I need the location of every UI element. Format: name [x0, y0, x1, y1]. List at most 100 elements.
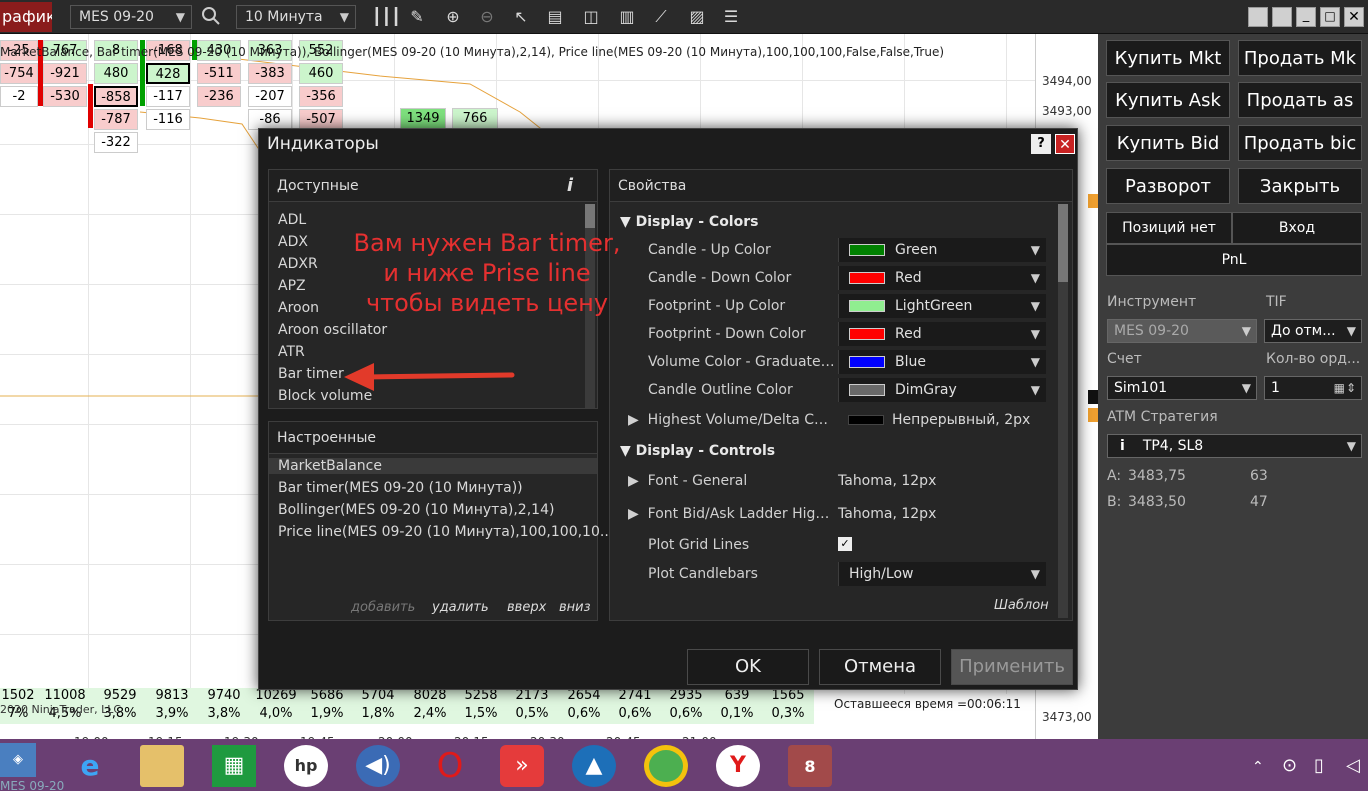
pointer-icon[interactable]: ↖ [510, 6, 532, 28]
move-down-link[interactable]: вниз [559, 600, 591, 615]
dialog-close-button[interactable]: ✕ [1055, 134, 1075, 154]
sell-market-button[interactable]: Продать Mk [1238, 40, 1362, 76]
reverse-button[interactable]: Разворот [1106, 168, 1230, 204]
expand-font-general[interactable]: ▶ Font - General [628, 473, 747, 489]
tile-window-button-2[interactable] [1272, 7, 1292, 27]
close-position-button[interactable]: Закрыть [1238, 168, 1362, 204]
move-up-link[interactable]: вверх [507, 600, 546, 615]
list-item[interactable]: ADL [278, 212, 306, 228]
instrument-value: MES 09-20 [79, 9, 154, 25]
chart-tab[interactable]: рафик [0, 2, 52, 32]
store-icon[interactable]: ▦ [212, 745, 256, 787]
atm-select[interactable]: i TP4, SL8 ▼ [1107, 434, 1362, 458]
zoom-in-icon[interactable]: ⊕ [442, 6, 464, 28]
properties-scrollbar[interactable] [1058, 204, 1068, 618]
list-item[interactable]: ADXR [278, 256, 318, 272]
templates-icon[interactable]: ▨ [686, 6, 708, 28]
configured-item[interactable]: Bollinger(MES 09-20 (10 Минута),2,14) [278, 502, 554, 518]
folder-icon[interactable] [140, 745, 184, 787]
plot-grid-checkbox[interactable]: ✓ [838, 537, 852, 551]
expand-highest-volume[interactable]: ▶ Highest Volume/Delta C… [628, 412, 828, 428]
maximize-button[interactable]: □ [1320, 7, 1340, 27]
configured-item[interactable]: Price line(MES 09-20 (10 Минута),100,100… [278, 524, 613, 540]
chevron-up-icon[interactable]: ⌃ [1252, 759, 1264, 775]
battery-icon[interactable]: ▯ [1314, 755, 1324, 776]
sell-bid-button[interactable]: Продать bic [1238, 125, 1362, 161]
configured-item[interactable]: Bar timer(MES 09-20 (10 Минута)) [278, 480, 523, 496]
list-item[interactable]: ATR [278, 344, 305, 360]
zoom-out-icon[interactable]: ⊖ [476, 6, 498, 28]
anydesk-icon[interactable]: » [500, 745, 544, 787]
list-item[interactable]: Aroon [278, 300, 319, 316]
template-link[interactable]: Шаблон [994, 598, 1049, 613]
search-icon[interactable] [200, 6, 222, 28]
tif-label: TIF [1266, 294, 1287, 310]
info-icon[interactable]: i [567, 170, 573, 202]
bar-type-icon[interactable]: ┃┃┃ [372, 6, 401, 28]
instrument-select-value: MES 09-20 [1114, 323, 1189, 339]
candle-select[interactable]: High/Low ▼ [838, 562, 1046, 586]
cancel-button[interactable]: Отмена [819, 649, 941, 685]
stroke-value[interactable]: Непрерывный, 2px [838, 412, 1030, 428]
hp-icon[interactable]: hp [284, 745, 328, 787]
interval-selector[interactable]: 10 Минута ▼ [236, 5, 356, 29]
expand-font-ladder[interactable]: ▶ Font Bid/Ask Ladder Hig… [628, 506, 829, 522]
tif-select[interactable]: До отм... ▼ [1264, 319, 1362, 343]
calculator-icon[interactable]: ▦ [1334, 377, 1345, 399]
color-select[interactable]: DimGray ▼ [838, 378, 1046, 402]
help-button[interactable]: ? [1031, 134, 1051, 154]
account-select[interactable]: Sim101 ▼ [1107, 376, 1257, 400]
font-value[interactable]: Tahoma, 12px [838, 506, 936, 522]
chrome-icon[interactable] [644, 745, 688, 787]
apply-button[interactable]: Применить [951, 649, 1073, 685]
quantity-stepper[interactable]: 1 ▦ ⇕ [1264, 376, 1362, 400]
instrument-selector[interactable]: MES 09-20 ▼ [70, 5, 192, 29]
indicators-icon[interactable]: ▥ [616, 6, 638, 28]
strategies-icon[interactable]: ⟋ [650, 6, 672, 28]
spinner-icon[interactable]: ⇕ [1346, 377, 1356, 399]
yandex-icon[interactable]: Y [716, 745, 760, 787]
sell-ask-button[interactable]: Продать as [1238, 82, 1362, 118]
draw-pencil-icon[interactable]: ✎ [406, 6, 428, 28]
buy-market-button[interactable]: Купить Mkt [1106, 40, 1230, 76]
category-display-colors[interactable]: ▼ Display - Colors [620, 214, 758, 230]
triangle-app-icon[interactable]: ▲ [572, 745, 616, 787]
quantity-label: Кол-во орд... [1266, 351, 1361, 367]
list-item-bar-timer[interactable]: Bar timer [278, 366, 344, 382]
alert-icon[interactable]: ⊙ [1282, 755, 1297, 776]
footprint-cell: 1349 [400, 108, 446, 129]
opera-icon[interactable]: O [428, 745, 472, 787]
buy-ask-button[interactable]: Купить Ask [1106, 82, 1230, 118]
buy-bid-button[interactable]: Купить Bid [1106, 125, 1230, 161]
remove-link[interactable]: удалить [432, 600, 489, 615]
color-select[interactable]: Green ▼ [838, 238, 1046, 262]
expand-right-icon: ▶ [628, 473, 648, 489]
close-window-button[interactable]: ✕ [1344, 7, 1364, 27]
properties-icon[interactable]: ◫ [580, 6, 602, 28]
minimize-button[interactable]: _ [1296, 7, 1316, 27]
speaker-icon[interactable]: ◀) [356, 745, 400, 787]
ninjatrader-app-icon[interactable]: 8 [788, 745, 832, 787]
list-item[interactable]: Aroon oscillator [278, 322, 387, 338]
scrollbar-thumb[interactable] [585, 204, 595, 228]
data-box-icon[interactable]: ▤ [544, 6, 566, 28]
ie-icon[interactable]: e [68, 745, 112, 787]
list-item[interactable]: APZ [278, 278, 306, 294]
ok-button[interactable]: OK [687, 649, 809, 685]
color-select[interactable]: Blue ▼ [838, 350, 1046, 374]
configured-item-selected[interactable]: MarketBalance [269, 458, 597, 474]
add-link[interactable]: добавить [351, 600, 415, 615]
color-select[interactable]: LightGreen ▼ [838, 294, 1046, 318]
ninjatrader-icon[interactable]: ◈ [0, 743, 36, 777]
category-display-controls[interactable]: ▼ Display - Controls [620, 443, 775, 459]
volume-icon[interactable]: ◁ [1346, 755, 1360, 776]
price-marker [1088, 390, 1098, 404]
color-select[interactable]: Red ▼ [838, 266, 1046, 290]
tile-window-button[interactable] [1248, 7, 1268, 27]
list-icon[interactable]: ☰ [720, 6, 742, 28]
font-value[interactable]: Tahoma, 12px [838, 473, 936, 489]
scrollbar-thumb[interactable] [1058, 204, 1068, 282]
color-select[interactable]: Red ▼ [838, 322, 1046, 346]
instrument-select[interactable]: MES 09-20 ▼ [1107, 319, 1257, 343]
list-item[interactable]: ADX [278, 234, 308, 250]
